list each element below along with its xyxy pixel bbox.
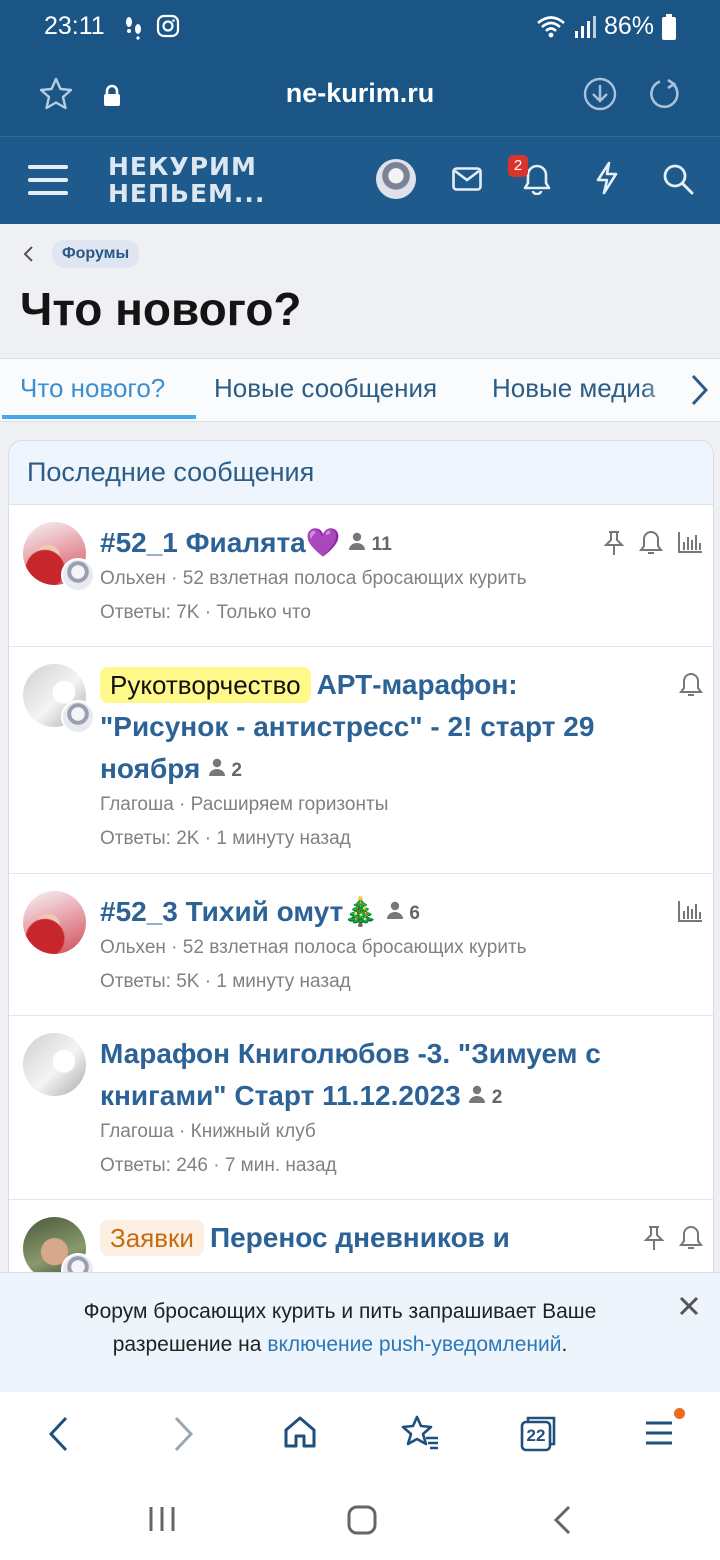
forward-icon[interactable] [170, 1414, 196, 1454]
avatar[interactable] [23, 891, 86, 954]
instagram-icon [156, 14, 180, 38]
home-button-icon[interactable] [346, 1504, 378, 1536]
user-icon [469, 1085, 486, 1103]
search-icon[interactable] [662, 163, 694, 195]
bookmarks-icon[interactable] [400, 1414, 440, 1452]
menu-icon[interactable] [28, 163, 68, 197]
tabs-button[interactable]: 22 [520, 1414, 558, 1452]
thread-meta: Ольхен · 52 взлетная полоса бросающих ку… [100, 937, 527, 958]
clock: 23:11 [44, 12, 105, 40]
thread-stats: Ответы: 246 · 7 мин. назад [100, 1155, 337, 1176]
signal-icon [574, 15, 596, 38]
browser-address-bar: ne-kurim.ru [0, 56, 720, 136]
tab-whats-new[interactable]: Что нового? [20, 373, 165, 404]
breadcrumb: Форумы [22, 240, 140, 268]
site-logo[interactable]: НЕКУРИМ НЕПЬЕМ... [108, 153, 265, 207]
avatar[interactable] [23, 1033, 86, 1096]
system-nav-bar [0, 1482, 720, 1560]
latest-posts-panel: Последние сообщения #52_1 Фиалята💜 11 Ол… [8, 440, 714, 1400]
pin-icon[interactable] [603, 530, 625, 556]
site-header: НЕКУРИМ НЕПЬЕМ... 2 [0, 136, 720, 224]
thread-stats: Ответы: 7K · Только что [100, 602, 311, 623]
back-icon[interactable] [46, 1414, 72, 1454]
download-icon[interactable] [582, 76, 618, 112]
participants: 2 [208, 758, 242, 781]
stats-icon[interactable] [677, 530, 703, 554]
thread-meta: Глагоша · Книжный клуб [100, 1121, 316, 1142]
menu-icon [646, 1421, 672, 1445]
participants: 2 [468, 1085, 502, 1108]
reload-icon[interactable] [646, 76, 682, 112]
panel-title: Последние сообщения [27, 457, 315, 487]
avatar[interactable] [61, 558, 95, 592]
tab-new-media[interactable]: Новые медиа [492, 373, 655, 404]
bell-icon[interactable] [639, 530, 663, 556]
user-icon [209, 758, 226, 776]
lightning-icon[interactable] [594, 161, 620, 195]
pin-icon[interactable] [643, 1225, 665, 1251]
page-title: Что нового? [20, 283, 302, 335]
thread-item[interactable]: Марафон Книголюбов -3. "Зимуем с книгами… [9, 1017, 713, 1200]
thread-title[interactable]: #52_1 Фиалята💜 11 [100, 522, 620, 566]
menu-dot-badge [674, 1408, 685, 1419]
avatar[interactable] [61, 700, 95, 734]
notification-badge: 2 [508, 155, 528, 177]
battery-icon [662, 13, 676, 40]
close-icon[interactable] [678, 1295, 700, 1317]
participants: 6 [386, 901, 420, 924]
thread-title[interactable]: Заявки Перенос дневников и [100, 1217, 620, 1259]
wifi-icon [537, 15, 565, 37]
chevron-left-icon[interactable] [22, 245, 34, 263]
thread-item[interactable]: #52_1 Фиалята💜 11 Ольхен · 52 взлетная п… [9, 506, 713, 647]
user-icon [387, 901, 404, 919]
recent-apps-icon[interactable] [148, 1504, 176, 1534]
active-tab-indicator [2, 415, 196, 419]
push-enable-link[interactable]: включение push-уведомлений [267, 1333, 561, 1356]
browser-bottom-bar: 22 [0, 1392, 720, 1482]
status-bar: 23:11 86% [0, 0, 720, 56]
mail-icon[interactable] [452, 167, 482, 191]
bell-icon[interactable] [679, 1225, 703, 1251]
thread-title[interactable]: #52_3 Тихий омут🎄 6 [100, 891, 620, 935]
home-icon[interactable] [282, 1414, 318, 1450]
battery-percent: 86% [603, 12, 654, 40]
tab-bar: Что нового? Новые сообщения Новые медиа [0, 358, 720, 422]
push-permission-notice: Форум бросающих курить и пить запрашивае… [0, 1272, 720, 1392]
thread-item[interactable]: #52_3 Тихий омут🎄 6 Ольхен · 52 взлетная… [9, 875, 713, 1016]
browser-menu-button[interactable] [644, 1408, 685, 1448]
thread-title[interactable]: Рукотворчество АРТ-марафон: "Рисунок - ан… [100, 664, 620, 792]
thread-prefix[interactable]: Рукотворчество [100, 667, 311, 703]
chevron-right-icon[interactable] [688, 373, 710, 407]
push-notice-text: Форум бросающих курить и пить запрашивае… [83, 1300, 597, 1356]
back-button-icon[interactable] [552, 1504, 574, 1536]
user-avatar[interactable] [376, 159, 416, 199]
bell-icon[interactable] [679, 672, 703, 698]
user-icon [349, 532, 366, 550]
breadcrumb-forums[interactable]: Форумы [52, 240, 140, 268]
thread-stats: Ответы: 2K · 1 минуту назад [100, 828, 351, 849]
thread-prefix[interactable]: Заявки [100, 1220, 204, 1256]
thread-meta: Ольхен · 52 взлетная полоса бросающих ку… [100, 568, 527, 589]
thread-meta: Глагоша · Расширяем горизонты [100, 794, 389, 815]
participants: 11 [348, 532, 392, 555]
thread-title[interactable]: Марафон Книголюбов -3. "Зимуем с книгами… [100, 1033, 630, 1119]
stats-icon[interactable] [677, 899, 703, 923]
tab-new-posts[interactable]: Новые сообщения [214, 373, 437, 404]
thread-stats: Ответы: 5K · 1 минуту назад [100, 971, 351, 992]
tab-count: 22 [526, 1426, 546, 1445]
steps-icon [126, 17, 141, 40]
thread-item[interactable]: Рукотворчество АРТ-марафон: "Рисунок - ан… [9, 648, 713, 874]
